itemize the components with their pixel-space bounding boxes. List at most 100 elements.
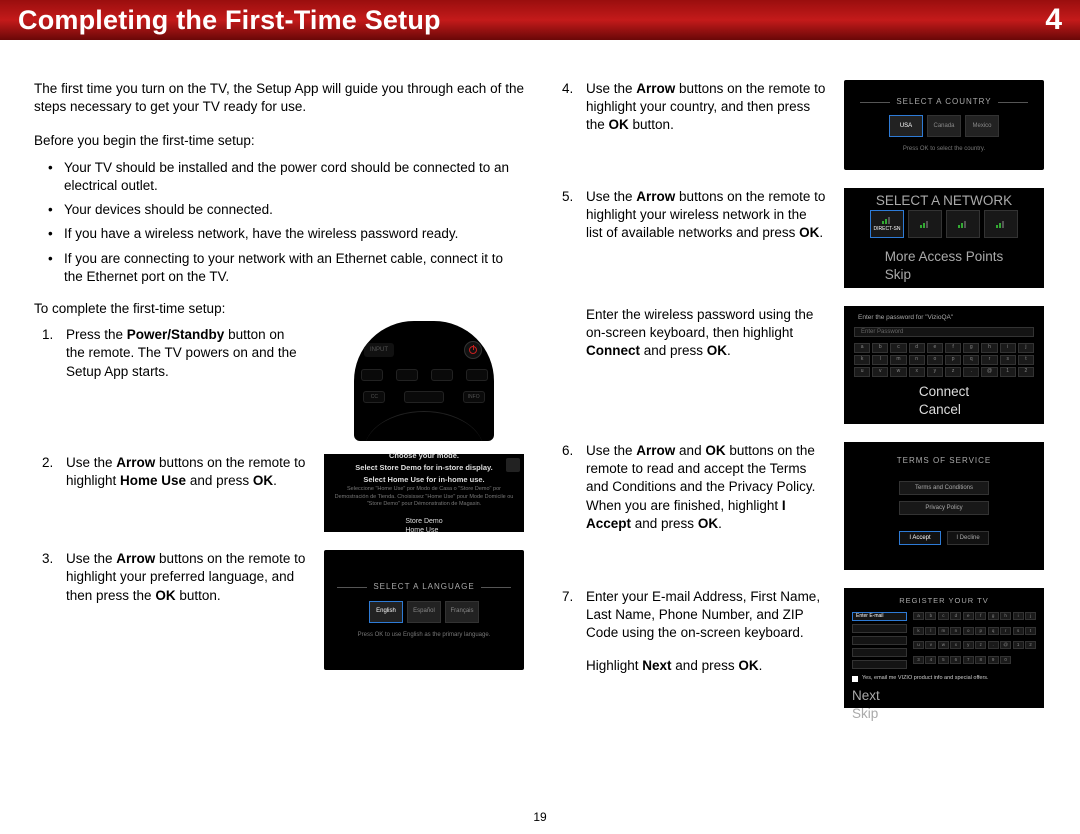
prereq-item: If you have a wireless network, have the… (52, 225, 524, 243)
checkbox-icon (852, 676, 858, 682)
wifi-icon (920, 220, 930, 228)
key: h (1000, 612, 1011, 620)
wifi-icon (882, 216, 892, 224)
prereq-item: Your devices should be connected. (52, 201, 524, 219)
key: . (988, 641, 999, 649)
steps-list-right: 4. Use the Arrow buttons on the remote t… (554, 80, 1044, 708)
key: v (872, 367, 888, 377)
enter-password-screenshot: Enter the password for "VizioQA" Enter P… (844, 306, 1044, 424)
select-language-screenshot: SELECT A LANGUAGE English Español França… (324, 550, 524, 670)
key: w (890, 367, 906, 377)
key: k (913, 627, 924, 635)
key: a (854, 343, 870, 353)
terms-screenshot: TERMS OF SERVICE Terms and Conditions Pr… (844, 442, 1044, 570)
key: y (927, 367, 943, 377)
power-icon (464, 341, 482, 359)
content-area: The first time you turn on the TV, the S… (0, 40, 1080, 736)
key: q (988, 627, 999, 635)
key: j (1018, 343, 1034, 353)
key: r (1000, 627, 1011, 635)
key: 3 (913, 656, 924, 664)
wifi-icon (958, 220, 968, 228)
before-lead: Before you begin the first-time setup: (34, 132, 524, 150)
key: z (975, 641, 986, 649)
step-5: 5. Use the Arrow buttons on the remote t… (572, 188, 1044, 424)
key: o (963, 627, 974, 635)
lang-espanol: Español (407, 601, 441, 623)
key: i (1000, 343, 1016, 353)
key: 2 (1025, 641, 1036, 649)
step-6: 6. Use the Arrow and OK buttons on the r… (572, 442, 1044, 570)
key: g (963, 343, 979, 353)
select-network-screenshot: SELECT A NETWORK DIRECT-SN More Access P… (844, 188, 1044, 288)
key: x (909, 367, 925, 377)
key: . (963, 367, 979, 377)
key: u (854, 367, 870, 377)
energy-badge-icon (506, 458, 520, 472)
step-1: 1. Press the Power/Standby button on the… (52, 326, 524, 436)
step-3: 3. Use the Arrow buttons on the remote t… (52, 550, 524, 670)
key: e (963, 612, 974, 620)
key: g (988, 612, 999, 620)
key: 5 (938, 656, 949, 664)
key: f (945, 343, 961, 353)
left-column: The first time you turn on the TV, the S… (34, 80, 524, 726)
key: n (950, 627, 961, 635)
key: u (913, 641, 924, 649)
key: y (963, 641, 974, 649)
key: s (1000, 355, 1016, 365)
key: d (950, 612, 961, 620)
key: n (909, 355, 925, 365)
key: v (925, 641, 936, 649)
key: b (872, 343, 888, 353)
key: p (975, 627, 986, 635)
lang-francais: Français (445, 601, 479, 623)
prereq-item: If you are connecting to your network wi… (52, 250, 524, 286)
key: p (945, 355, 961, 365)
key: q (963, 355, 979, 365)
key: @ (981, 367, 997, 377)
steps-list-left: 1. Press the Power/Standby button on the… (34, 326, 524, 670)
intro-text: The first time you turn on the TV, the S… (34, 80, 524, 116)
store-demo-button: Store Demo (405, 517, 442, 526)
key: m (890, 355, 906, 365)
key: j (1025, 612, 1036, 620)
key: e (927, 343, 943, 353)
prereq-item: Your TV should be installed and the powe… (52, 159, 524, 195)
key: 6 (950, 656, 961, 664)
country-usa: USA (889, 115, 923, 137)
key: l (925, 627, 936, 635)
remote-image: INPUT CC INFO (324, 326, 524, 436)
choose-mode-screenshot: Choose your mode. Select Store Demo for … (324, 454, 524, 532)
chapter-header: Completing the First-Time Setup 4 (0, 0, 1080, 40)
page-title: Completing the First-Time Setup (18, 5, 441, 36)
right-column: 4. Use the Arrow buttons on the remote t… (554, 80, 1044, 726)
key: 9 (988, 656, 999, 664)
prereq-list: Your TV should be installed and the powe… (34, 159, 524, 286)
key: d (909, 343, 925, 353)
country-mexico: Mexico (965, 115, 999, 137)
password-field: Enter Password (854, 327, 1034, 337)
home-use-button: Home Use (405, 526, 442, 535)
onscreen-keyboard: abcdefghijklmnopqrstuvwxyz.@12 (854, 343, 1034, 377)
country-canada: Canada (927, 115, 961, 137)
key: @ (1000, 641, 1011, 649)
key: s (1013, 627, 1024, 635)
key: c (890, 343, 906, 353)
step-4: 4. Use the Arrow buttons on the remote t… (572, 80, 1044, 170)
key: o (927, 355, 943, 365)
key: l (872, 355, 888, 365)
chapter-number: 4 (1045, 3, 1062, 37)
key: 4 (925, 656, 936, 664)
onscreen-keyboard: abcdefghijklmnopqrstuvwxyz.@1234567890 (913, 612, 1036, 669)
step-7: 7. Enter your E-mail Address, First Name… (572, 588, 1044, 708)
key: c (938, 612, 949, 620)
key: a (913, 612, 924, 620)
key: k (854, 355, 870, 365)
select-country-screenshot: SELECT A COUNTRY USA Canada Mexico Press… (844, 80, 1044, 170)
key: i (1013, 612, 1024, 620)
key: x (950, 641, 961, 649)
key: 7 (963, 656, 974, 664)
network-option: DIRECT-SN (870, 210, 904, 238)
key: t (1018, 355, 1034, 365)
